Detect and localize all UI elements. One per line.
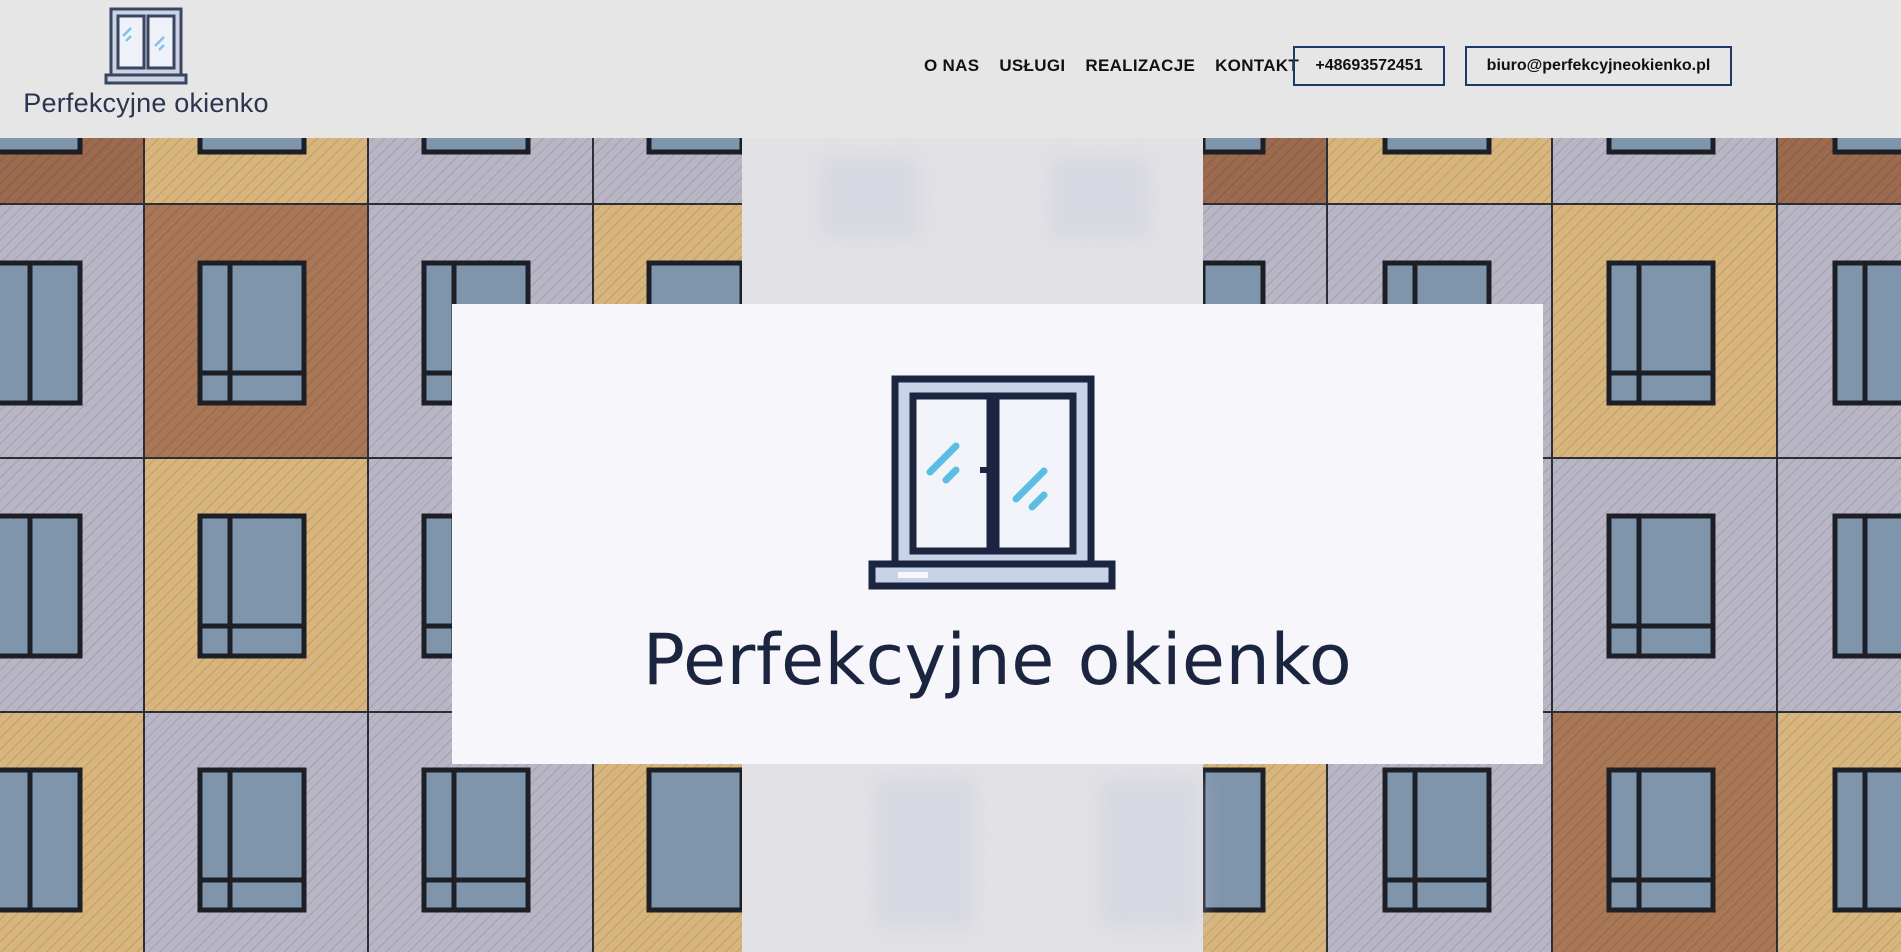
window-icon bbox=[104, 7, 188, 85]
blurred-window bbox=[1100, 778, 1200, 928]
phone-button[interactable]: +48693572451 bbox=[1293, 46, 1445, 86]
hero-logo-card: Perfekcyjne okienko bbox=[452, 304, 1543, 764]
nav-item-realizacje[interactable]: REALIZACJE bbox=[1085, 56, 1195, 76]
nav-item-uslugi[interactable]: USŁUGI bbox=[999, 56, 1065, 76]
site-header: Perfekcyjne okienko O NAS USŁUGI REALIZA… bbox=[0, 0, 1901, 138]
nav-item-kontakt[interactable]: KONTAKT bbox=[1215, 56, 1299, 76]
blurred-window bbox=[1050, 158, 1150, 238]
nav-item-o-nas[interactable]: O NAS bbox=[924, 56, 979, 76]
site-logo[interactable]: Perfekcyjne okienko bbox=[20, 6, 272, 118]
blurred-window bbox=[820, 158, 920, 238]
email-button[interactable]: biuro@perfekcyjneokienko.pl bbox=[1465, 46, 1732, 86]
hero-section: Perfekcyjne okienko bbox=[0, 138, 1901, 952]
blurred-window bbox=[875, 778, 975, 928]
window-icon bbox=[868, 375, 1116, 590]
hero-title: Perfekcyjne okienko bbox=[642, 619, 1353, 701]
site-logo-text: Perfekcyjne okienko bbox=[23, 88, 269, 118]
main-nav: O NAS USŁUGI REALIZACJE KONTAKT bbox=[924, 46, 1319, 86]
